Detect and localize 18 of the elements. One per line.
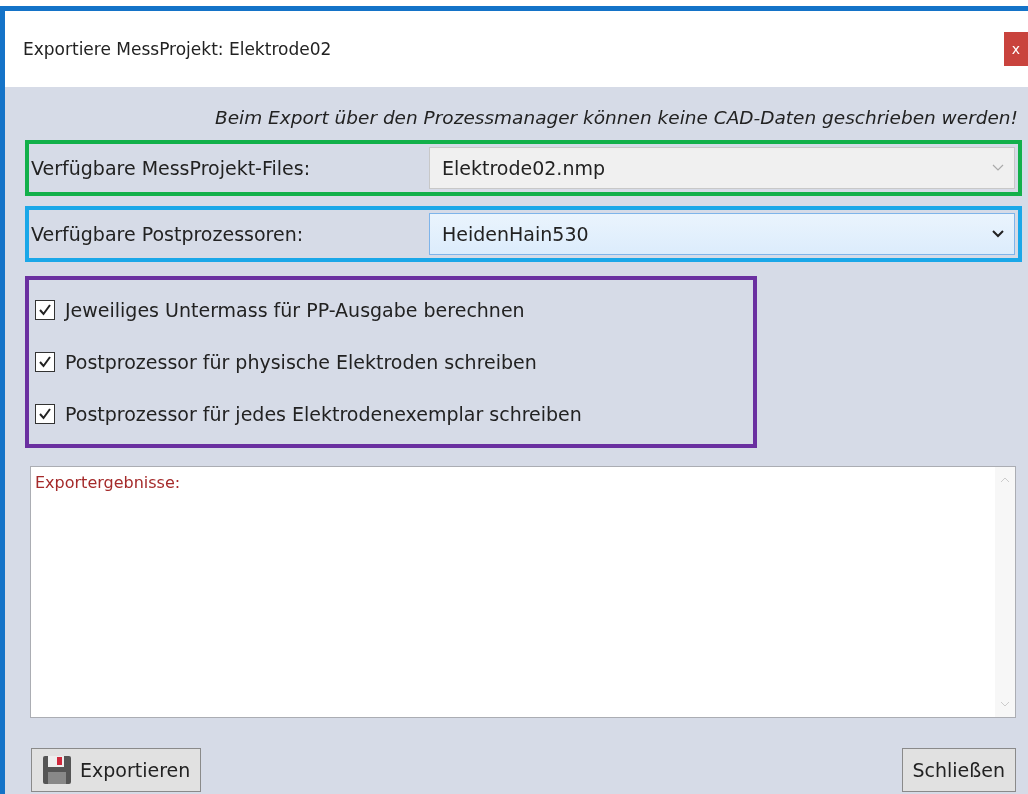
- checkbox-label: Jeweiliges Untermass für PP-Ausgabe berechnen: [65, 299, 525, 321]
- dropdown-field[interactable]: Elektrode02.nmp: [429, 147, 1015, 189]
- notice-text: Beim Export über den Prozessmanager können keine CAD-Daten geschrieben werden!: [214, 106, 1019, 130]
- field-label: Verfügbare Postprozessoren:: [31, 223, 305, 245]
- chevron-down-icon: [992, 164, 1004, 172]
- window-title: Exportiere MessProjekt: Elektrode02: [23, 39, 332, 59]
- field-label: Verfügbare MessProjekt-Files:: [31, 157, 312, 179]
- checkbox-label: Postprozessor für physische Elektroden schreiben: [65, 351, 537, 373]
- checkbox[interactable]: [35, 300, 55, 320]
- checkbox[interactable]: [35, 404, 55, 424]
- chevron-down-icon: [992, 230, 1004, 238]
- checkbox-label: Postprozessor für jedes Elektrodenexemplar schreiben: [65, 403, 582, 425]
- dropdown-field[interactable]: HeidenHain530: [429, 213, 1015, 255]
- close-dialog-button[interactable]: Schließen: [901, 748, 1016, 792]
- export-button[interactable]: Exportieren: [31, 748, 202, 792]
- close-button[interactable]: x: [1004, 32, 1028, 66]
- results-label: Exportergebnisse:: [34, 472, 182, 494]
- checkbox[interactable]: [35, 352, 55, 372]
